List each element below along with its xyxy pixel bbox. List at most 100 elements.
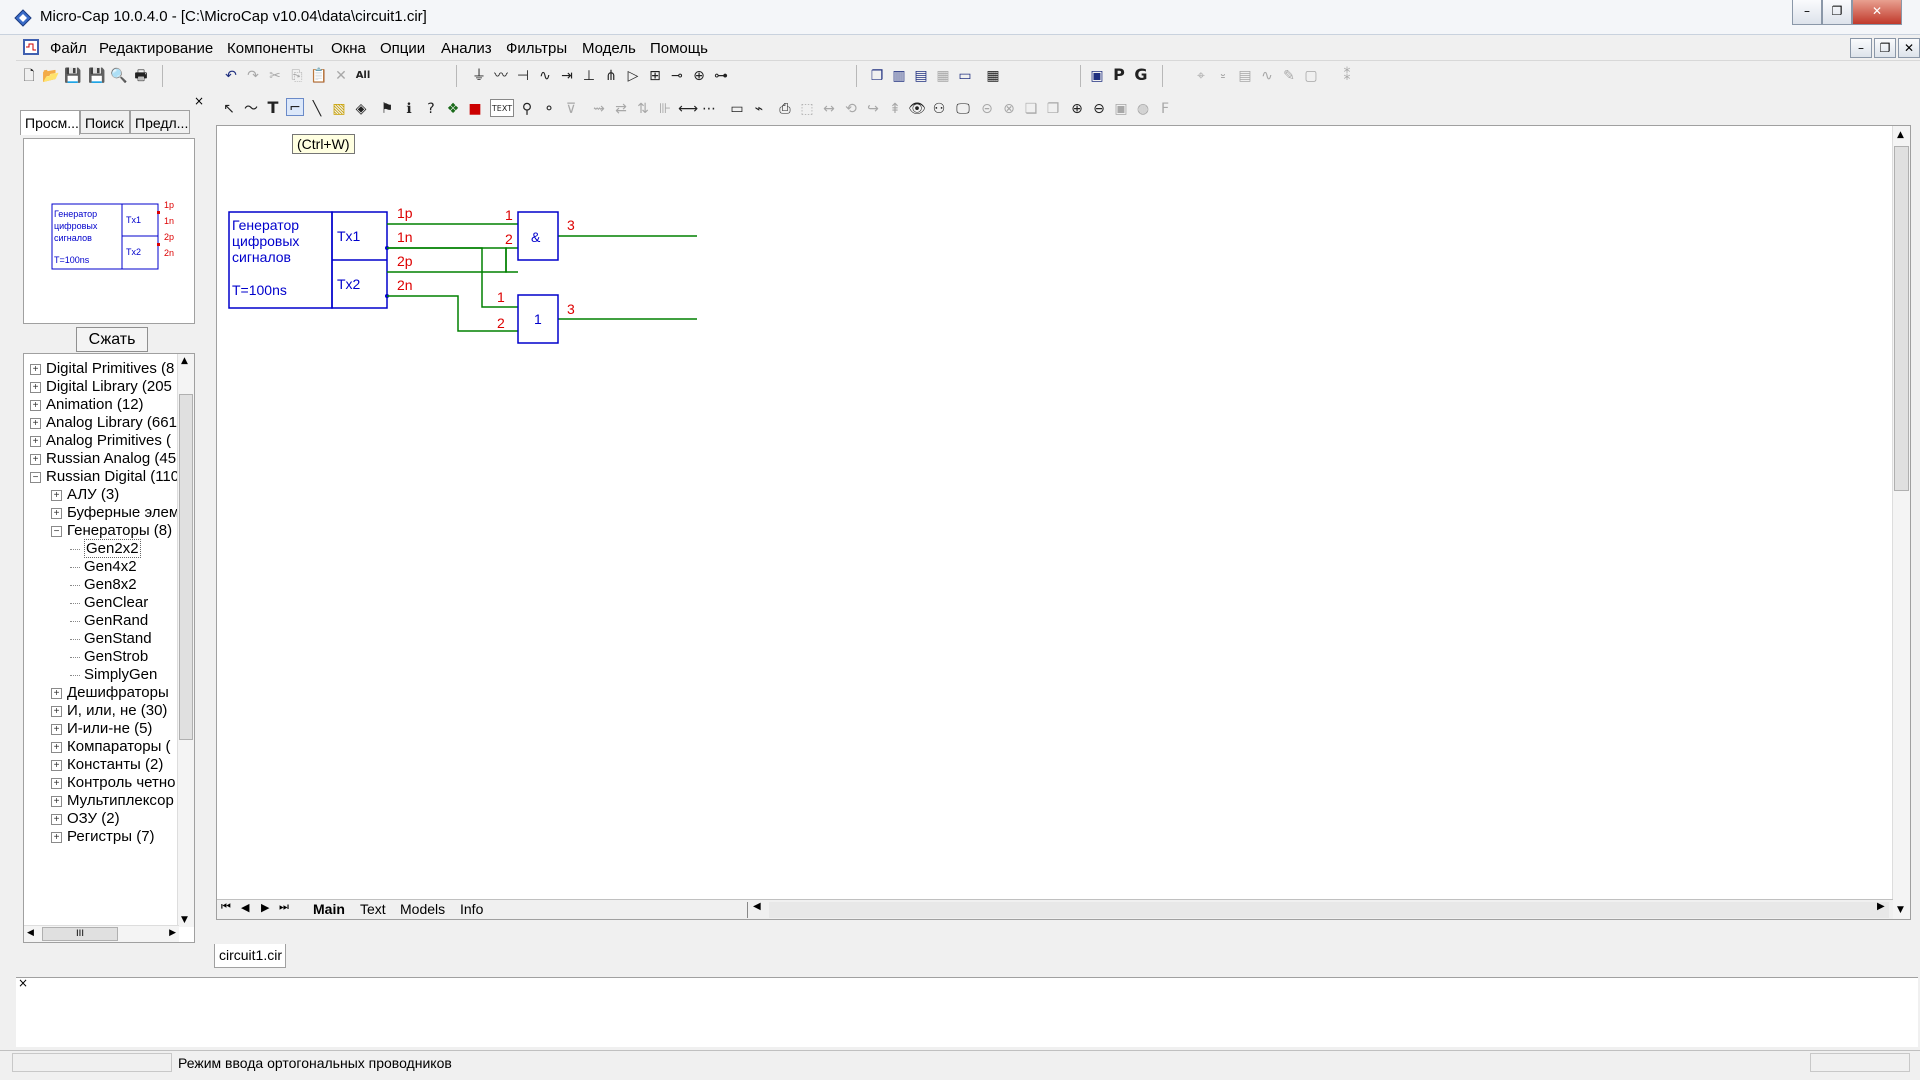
- info-icon[interactable]: ℹ: [400, 100, 418, 118]
- expand-icon[interactable]: +: [51, 760, 62, 771]
- file-tab[interactable]: circuit1.cir: [214, 944, 286, 968]
- panel-close-icon[interactable]: ×: [194, 94, 204, 108]
- resistor-icon[interactable]: 〰: [492, 67, 510, 85]
- scroll-right-icon[interactable]: ▶: [169, 928, 176, 938]
- zoom-in-icon[interactable]: ⊕: [1068, 100, 1086, 118]
- save-all-icon[interactable]: 💾: [88, 67, 106, 85]
- probe-icon[interactable]: ⌖: [1192, 67, 1210, 85]
- new-file-icon[interactable]: 🗋: [20, 67, 38, 85]
- opamp-icon[interactable]: ▷: [624, 67, 642, 85]
- close-button[interactable]: ✕: [1852, 0, 1902, 25]
- flag-icon[interactable]: ⚑: [378, 100, 396, 118]
- point-to-end-icon[interactable]: ❖: [444, 100, 462, 118]
- scroll-down-icon[interactable]: ▼: [181, 915, 188, 925]
- group-icon[interactable]: ❐: [1044, 100, 1062, 118]
- tab-search[interactable]: Поиск: [80, 110, 130, 134]
- hscroll-left-icon[interactable]: ◀: [753, 901, 761, 912]
- ground-icon[interactable]: ⏚: [470, 67, 488, 85]
- expand-icon[interactable]: +: [51, 742, 62, 753]
- collapse-icon[interactable]: −: [30, 472, 41, 483]
- output-close-icon[interactable]: ×: [18, 976, 28, 990]
- align-icon[interactable]: ⇞: [886, 100, 904, 118]
- tree-vertical-scrollbar[interactable]: ▲ ▼: [177, 354, 194, 927]
- tree-item[interactable]: + Регистры (7): [51, 827, 155, 849]
- rotate-icon[interactable]: ⟲: [842, 100, 860, 118]
- minimize-button[interactable]: –: [1792, 0, 1822, 25]
- stop-icon[interactable]: ⊗: [1000, 100, 1018, 118]
- inductor-icon[interactable]: ∿: [536, 67, 554, 85]
- menu-filters[interactable]: Фильтры: [506, 40, 567, 57]
- battery-icon[interactable]: ⊥: [580, 67, 598, 85]
- sheet-tab-main[interactable]: Main: [313, 901, 345, 917]
- expand-icon[interactable]: +: [51, 796, 62, 807]
- layers-icon[interactable]: ❏: [1022, 100, 1040, 118]
- expand-icon[interactable]: +: [51, 832, 62, 843]
- text-mode-icon[interactable]: T: [264, 99, 282, 117]
- menu-analysis[interactable]: Анализ: [441, 40, 492, 57]
- table-icon[interactable]: ▤: [1236, 67, 1254, 85]
- sheet-tab-info[interactable]: Info: [460, 901, 483, 917]
- sheet-tab-models[interactable]: Models: [400, 901, 445, 917]
- jfet-icon[interactable]: ⊞: [646, 67, 664, 85]
- variables-icon[interactable]: ⁑: [1338, 67, 1356, 85]
- node-numbers-icon[interactable]: ⚬: [540, 100, 558, 118]
- scroll-up-icon[interactable]: ▲: [181, 356, 188, 366]
- mdi-restore-button[interactable]: ❐: [1874, 38, 1896, 58]
- menu-edit[interactable]: Редактирование: [99, 40, 213, 57]
- canvas-horizontal-scrollbar[interactable]: [769, 902, 1889, 918]
- menu-help[interactable]: Помощь: [650, 40, 708, 57]
- frame-icon[interactable]: ▢: [1302, 67, 1320, 85]
- expand-icon[interactable]: +: [51, 724, 62, 735]
- expand-icon[interactable]: +: [30, 454, 41, 465]
- expand-icon[interactable]: +: [30, 418, 41, 429]
- tab-browse[interactable]: Просм...: [20, 110, 80, 135]
- document-icon[interactable]: [22, 38, 40, 56]
- condition-icon[interactable]: ⇅: [634, 100, 652, 118]
- mirror-icon[interactable]: ⬚: [798, 100, 816, 118]
- maximize-button[interactable]: ❐: [1822, 0, 1852, 25]
- attribute-icon[interactable]: ⎙: [776, 100, 794, 118]
- collapse-icon[interactable]: −: [51, 526, 62, 537]
- zoom-out-icon[interactable]: ⊖: [1090, 100, 1108, 118]
- split-icon[interactable]: ▦: [934, 67, 952, 85]
- diode-icon[interactable]: ⇥: [558, 67, 576, 85]
- hscroll-thumb[interactable]: III: [42, 927, 118, 941]
- output-panel[interactable]: ×: [16, 976, 1918, 1047]
- expand-icon[interactable]: +: [51, 706, 62, 717]
- next-sheet-icon[interactable]: ▶: [261, 901, 269, 914]
- last-sheet-icon[interactable]: ⏭: [279, 901, 289, 914]
- menu-windows[interactable]: Окна: [331, 40, 366, 57]
- graphics-icon[interactable]: ◈: [352, 100, 370, 118]
- scroll-thumb[interactable]: [179, 394, 193, 740]
- binoculars-icon[interactable]: ⚇: [930, 100, 948, 118]
- text-toggle-button[interactable]: TEXT: [490, 99, 514, 117]
- save-icon[interactable]: 💾: [64, 67, 82, 85]
- capacitor-icon[interactable]: ⊣: [514, 67, 532, 85]
- step-icon[interactable]: ↪: [864, 100, 882, 118]
- pen-icon[interactable]: ✎: [1280, 67, 1298, 85]
- calculator-icon[interactable]: ▦: [984, 67, 1002, 85]
- tree-horizontal-scrollbar[interactable]: ◀ III ▶: [24, 925, 179, 942]
- undo-icon[interactable]: ↶: [222, 67, 240, 85]
- scroll-down-icon[interactable]: ▼: [1897, 905, 1904, 915]
- menu-components[interactable]: Компоненты: [227, 40, 313, 57]
- select-mode-icon[interactable]: ↖: [220, 100, 238, 118]
- menu-options[interactable]: Опции: [380, 40, 425, 57]
- redo-icon[interactable]: ↷: [244, 67, 262, 85]
- schematic-canvas[interactable]: Генератор цифровых сигналов T=100ns Tx1 …: [216, 125, 1911, 920]
- tile-horizontal-icon[interactable]: ▤: [912, 67, 930, 85]
- scroll-up-icon[interactable]: ▲: [1897, 130, 1904, 140]
- wire-mode-icon[interactable]: ⟷: [678, 100, 698, 118]
- expand-icon[interactable]: +: [51, 508, 62, 519]
- tile-vertical-icon[interactable]: ▥: [890, 67, 908, 85]
- help-icon[interactable]: ?: [422, 100, 440, 118]
- grid-icon[interactable]: ⋯: [700, 100, 718, 118]
- warning-icon[interactable]: ⊝: [978, 100, 996, 118]
- mdi-minimize-button[interactable]: –: [1850, 38, 1872, 58]
- scope-icon[interactable]: ⏓: [1214, 67, 1232, 85]
- view-g-button[interactable]: G: [1132, 66, 1150, 84]
- color-icon[interactable]: ■: [466, 100, 484, 118]
- copy-icon[interactable]: ⎘: [288, 67, 306, 85]
- expand-icon[interactable]: +: [51, 778, 62, 789]
- expand-icon[interactable]: +: [30, 382, 41, 393]
